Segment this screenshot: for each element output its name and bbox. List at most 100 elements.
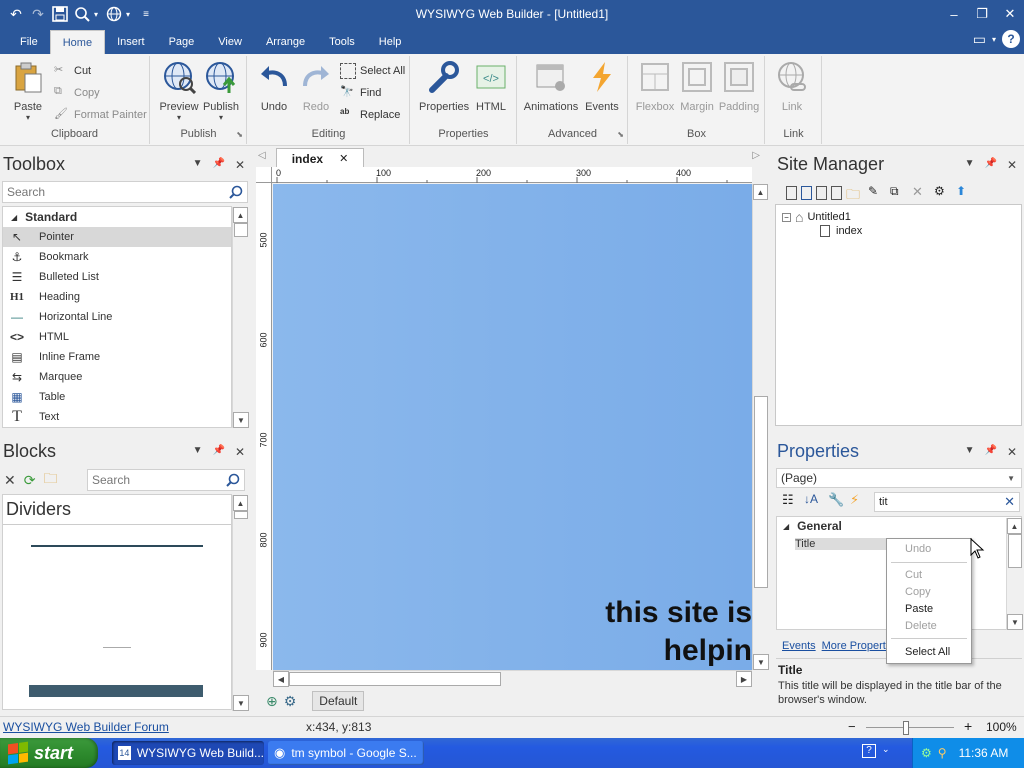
publish-icon[interactable]	[104, 4, 124, 24]
undo-button[interactable]: Undo	[252, 60, 296, 113]
layout-icon[interactable]: ▭	[973, 31, 986, 48]
properties-pin-icon[interactable]: 📌	[984, 445, 996, 459]
tab-index[interactable]: index ✕	[276, 148, 364, 168]
open-folder-icon[interactable]: 🗀	[846, 184, 864, 202]
blocks-pin-icon[interactable]: 📌	[212, 445, 224, 459]
advanced-launcher-icon[interactable]: ⬊	[617, 130, 624, 139]
zoom-slider-thumb[interactable]	[903, 721, 910, 735]
scroll-right-icon[interactable]: ▶	[736, 671, 752, 687]
tab-scroll-left-icon[interactable]: ◁	[258, 150, 266, 161]
site-manager-close-icon[interactable]: ✕	[1007, 158, 1017, 172]
toolbox-item-bookmark[interactable]: ⚓ Bookmark	[3, 247, 231, 267]
toolbox-item-heading[interactable]: H1 Heading	[3, 287, 231, 307]
publish-dropdown-icon[interactable]: ▾	[126, 10, 134, 19]
context-menu-copy[interactable]: Copy	[905, 586, 931, 598]
page-settings-icon[interactable]: ⚙	[934, 184, 952, 202]
copy-button[interactable]: ⧉ Copy	[54, 84, 100, 102]
property-search-input[interactable]: tit ✕	[874, 492, 1020, 512]
toolbox-item-pointer[interactable]: ↖ Pointer	[3, 227, 231, 247]
events-link[interactable]: Events	[782, 640, 816, 652]
toolbox-item-marquee[interactable]: ⇆ Marquee	[3, 367, 231, 387]
editor-vscrollbar[interactable]: ▲ ▼	[752, 184, 769, 670]
toolbox-item-table[interactable]: ▦ Table	[3, 387, 231, 407]
scroll-up-icon[interactable]: ▲	[233, 207, 248, 223]
paste-button[interactable]: Paste ▾	[6, 60, 50, 122]
preview-icon[interactable]	[72, 4, 92, 24]
delete-block-icon[interactable]: ✕	[4, 472, 16, 489]
scroll-up-icon[interactable]: ▲	[233, 495, 248, 511]
replace-button[interactable]: ab Replace	[340, 106, 400, 124]
padding-button[interactable]: Padding	[717, 60, 761, 113]
publish-launcher-icon[interactable]: ⬊	[236, 130, 243, 139]
open-folder-icon[interactable]: 🗀	[43, 468, 57, 492]
flexbox-button[interactable]: Flexbox	[633, 60, 677, 113]
site-manager-menu-icon[interactable]: ▼	[965, 158, 975, 172]
context-menu-undo[interactable]: Undo	[905, 543, 931, 555]
toolbox-pin-icon[interactable]: 📌	[212, 158, 224, 172]
scroll-down-icon[interactable]: ▼	[233, 412, 249, 428]
properties-menu-icon[interactable]: ▼	[965, 445, 975, 459]
network-icon[interactable]: ⚙	[921, 746, 932, 760]
forum-link[interactable]: WYSIWYG Web Builder Forum	[3, 720, 169, 734]
cut-button[interactable]: ✂ Cut	[54, 62, 91, 80]
blocks-scrollbar[interactable]: ▲ ▼	[232, 495, 249, 711]
blocks-menu-icon[interactable]: ▼	[193, 445, 203, 459]
start-button[interactable]: start	[0, 738, 98, 768]
context-menu-paste[interactable]: Paste	[905, 603, 933, 615]
collapse-icon[interactable]: −	[782, 212, 791, 222]
preview-dropdown-icon[interactable]: ▾	[94, 10, 102, 19]
properties-scrollbar[interactable]: ▲ ▼	[1006, 518, 1023, 630]
taskbar-item-browser[interactable]: ◉ tm symbol - Google S...	[268, 741, 424, 765]
divider-block-3[interactable]	[29, 685, 203, 697]
tree-root[interactable]: − ⌂ Untitled1	[782, 209, 851, 225]
new-page-icon[interactable]	[786, 186, 797, 200]
edit-page-icon[interactable]: ✎	[868, 184, 886, 202]
link-button[interactable]: Link	[770, 60, 814, 113]
publish-button[interactable]: Publish ▾	[199, 60, 243, 122]
page-properties-icon[interactable]	[816, 186, 827, 200]
toolbox-scrollbar[interactable]: ▲ ▼	[232, 207, 249, 428]
scroll-down-icon[interactable]: ▼	[1007, 614, 1023, 630]
zoom-out-icon[interactable]: −	[848, 719, 856, 734]
save-icon[interactable]	[50, 4, 70, 24]
customize-qat-icon[interactable]: ≡	[136, 4, 156, 24]
tab-scroll-right-icon[interactable]: ▷	[752, 150, 760, 161]
blocks-scroll-thumb[interactable]	[234, 511, 248, 519]
page-canvas[interactable]: this site is helpin	[273, 184, 752, 670]
toolbox-item-text[interactable]: T Text	[3, 407, 231, 427]
delete-page-icon[interactable]: ✕	[912, 184, 930, 202]
context-menu-cut[interactable]: Cut	[905, 569, 922, 581]
close-icon[interactable]: ✕	[996, 0, 1024, 28]
undo-icon[interactable]: ↶	[6, 4, 26, 24]
tab-page[interactable]: Page	[157, 30, 207, 54]
properties-close-icon[interactable]: ✕	[1007, 445, 1017, 459]
taskbar-item-wysiwyg[interactable]: 14 WYSIWYG Web Build...	[112, 741, 264, 765]
tab-file[interactable]: File	[8, 30, 50, 54]
format-painter-button[interactable]: 🖌 Format Painter	[54, 106, 147, 124]
toolbox-item-horizontal-line[interactable]: — Horizontal Line	[3, 307, 231, 327]
divider-block-1[interactable]	[31, 545, 203, 547]
tab-insert[interactable]: Insert	[105, 30, 157, 54]
property-category-general[interactable]: ◢ General	[777, 517, 1021, 535]
site-manager-pin-icon[interactable]: 📌	[984, 158, 996, 172]
redo-button[interactable]: Redo	[294, 60, 338, 113]
help-icon[interactable]: ?	[862, 744, 876, 758]
default-breakpoint-button[interactable]: Default	[312, 691, 365, 711]
properties-scroll-thumb[interactable]	[1008, 534, 1022, 568]
duplicate-page-icon[interactable]	[831, 186, 842, 200]
find-button[interactable]: 🔭 Find	[340, 84, 381, 102]
toolbox-scroll-thumb[interactable]	[234, 223, 248, 237]
tab-tools[interactable]: Tools	[317, 30, 367, 54]
toolbox-menu-icon[interactable]: ▼	[193, 158, 203, 172]
scroll-up-icon[interactable]: ▲	[1007, 518, 1022, 534]
object-selector[interactable]: (Page) ▼	[776, 468, 1022, 488]
toolbox-item-inline-frame[interactable]: ▤ Inline Frame	[3, 347, 231, 367]
search-icon[interactable]: ⚲	[938, 746, 947, 760]
properties-button[interactable]: Properties	[419, 60, 469, 113]
toolbox-category-standard[interactable]: ◢ Standard	[3, 207, 231, 227]
editor-hscroll-thumb[interactable]	[289, 672, 501, 686]
canvas-text-block[interactable]: this site is helpin	[605, 594, 752, 670]
toolbox-item-bulleted-list[interactable]: ☰ Bulleted List	[3, 267, 231, 287]
move-up-icon[interactable]: ⬆	[956, 184, 974, 202]
toolbox-search-input[interactable]: Search	[2, 181, 248, 203]
